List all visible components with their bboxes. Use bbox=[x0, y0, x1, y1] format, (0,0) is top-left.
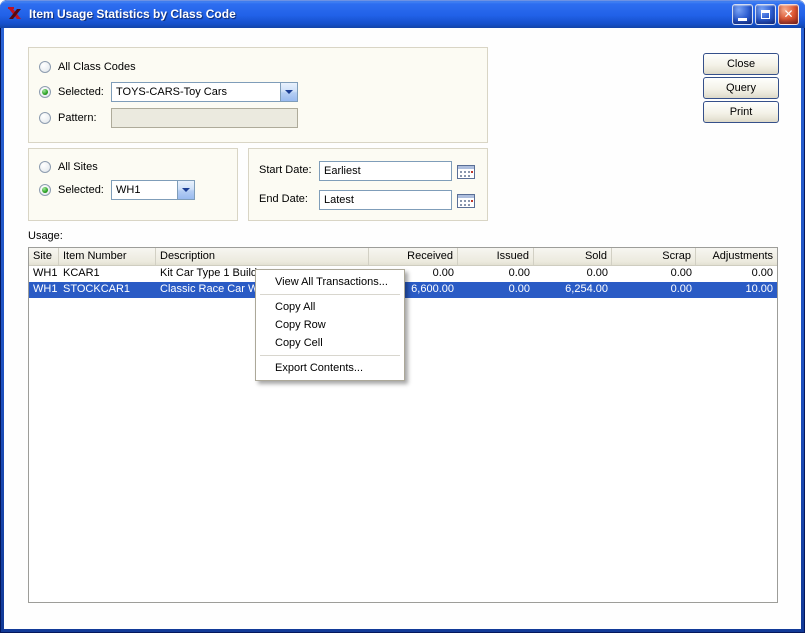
minimize-icon bbox=[738, 17, 747, 21]
menu-separator bbox=[260, 355, 400, 356]
print-button[interactable]: Print bbox=[703, 101, 779, 123]
col-adjustments[interactable]: Adjustments bbox=[696, 248, 777, 265]
cell-sold: 0.00 bbox=[586, 267, 608, 279]
col-item-number[interactable]: Item Number bbox=[59, 248, 156, 265]
maximize-button[interactable] bbox=[755, 3, 776, 25]
cell-item-number: STOCKCAR1 bbox=[63, 283, 131, 295]
cell-issued: 0.00 bbox=[508, 283, 530, 295]
end-date-calendar-button[interactable] bbox=[456, 191, 476, 210]
calendar-icon bbox=[457, 193, 475, 208]
cell-sold: 6,254.00 bbox=[565, 283, 608, 295]
pattern-label: Pattern: bbox=[58, 112, 97, 124]
start-date-label: Start Date: bbox=[259, 164, 312, 176]
usage-label: Usage: bbox=[28, 230, 63, 242]
window: Item Usage Statistics by Class Code ✕ Al… bbox=[0, 0, 805, 633]
print-button-label: Print bbox=[729, 106, 753, 118]
app-icon bbox=[7, 6, 23, 22]
class-codes-group: All Class Codes Selected: TOYS-CARS-Toy … bbox=[28, 47, 488, 143]
col-site[interactable]: Site bbox=[29, 248, 59, 265]
chevron-down-icon bbox=[182, 188, 190, 192]
query-button[interactable]: Query bbox=[703, 77, 779, 99]
cell-site: WH1 bbox=[33, 267, 58, 279]
cell-scrap: 0.00 bbox=[670, 283, 692, 295]
end-date-label: End Date: bbox=[259, 193, 308, 205]
menu-separator bbox=[260, 294, 400, 295]
calendar-icon bbox=[457, 164, 475, 179]
all-class-codes-option[interactable]: All Class Codes bbox=[39, 59, 136, 75]
titlebar-close-button[interactable]: ✕ bbox=[778, 3, 799, 25]
site-select-value: WH1 bbox=[116, 184, 141, 196]
cell-item-number: KCAR1 bbox=[63, 267, 100, 279]
menu-item-copy-row[interactable]: Copy Row bbox=[258, 316, 402, 334]
start-date-calendar-button[interactable] bbox=[456, 162, 476, 181]
dates-group: Start Date: End Date: bbox=[248, 148, 488, 221]
selected-class-code-label: Selected: bbox=[58, 86, 104, 98]
col-description[interactable]: Description bbox=[156, 248, 369, 265]
close-button-label: Close bbox=[726, 58, 756, 70]
end-date-input[interactable] bbox=[319, 190, 452, 210]
all-sites-radio[interactable] bbox=[39, 161, 51, 173]
pattern-input bbox=[111, 108, 298, 128]
close-button[interactable]: Close bbox=[703, 53, 779, 75]
context-menu: View All Transactions... Copy All Copy R… bbox=[255, 269, 405, 381]
chevron-down-icon bbox=[285, 90, 293, 94]
selected-class-code-option[interactable]: Selected: bbox=[39, 84, 104, 100]
class-code-select-value: TOYS-CARS-Toy Cars bbox=[116, 86, 228, 98]
all-class-codes-radio[interactable] bbox=[39, 61, 51, 73]
client-area: All Class Codes Selected: TOYS-CARS-Toy … bbox=[4, 28, 801, 629]
titlebar: Item Usage Statistics by Class Code ✕ bbox=[0, 0, 805, 28]
all-sites-label: All Sites bbox=[58, 161, 98, 173]
start-date-input[interactable] bbox=[319, 161, 452, 181]
col-received[interactable]: Received bbox=[369, 248, 458, 265]
class-code-select-dropdown-button[interactable] bbox=[280, 83, 297, 101]
col-issued[interactable]: Issued bbox=[458, 248, 534, 265]
col-sold[interactable]: Sold bbox=[534, 248, 612, 265]
site-select[interactable]: WH1 bbox=[111, 180, 195, 200]
menu-item-export-contents[interactable]: Export Contents... bbox=[258, 359, 402, 377]
col-scrap[interactable]: Scrap bbox=[612, 248, 696, 265]
cell-issued: 0.00 bbox=[508, 267, 530, 279]
all-class-codes-label: All Class Codes bbox=[58, 61, 136, 73]
minimize-button[interactable] bbox=[732, 3, 753, 25]
menu-item-view-all-transactions[interactable]: View All Transactions... bbox=[258, 273, 402, 291]
all-sites-option[interactable]: All Sites bbox=[39, 159, 98, 175]
cell-site: WH1 bbox=[33, 283, 58, 295]
selected-site-radio[interactable] bbox=[39, 184, 51, 196]
pattern-radio[interactable] bbox=[39, 112, 51, 124]
cell-scrap: 0.00 bbox=[670, 267, 692, 279]
class-code-select[interactable]: TOYS-CARS-Toy Cars bbox=[111, 82, 298, 102]
pattern-option[interactable]: Pattern: bbox=[39, 110, 97, 126]
maximize-icon bbox=[761, 9, 770, 19]
cell-adjustments: 0.00 bbox=[751, 267, 773, 279]
cell-adjustments: 10.00 bbox=[745, 283, 773, 295]
menu-item-copy-all[interactable]: Copy All bbox=[258, 298, 402, 316]
selected-site-label: Selected: bbox=[58, 184, 104, 196]
query-button-label: Query bbox=[726, 82, 756, 94]
selected-class-code-radio[interactable] bbox=[39, 86, 51, 98]
site-select-dropdown-button[interactable] bbox=[177, 181, 194, 199]
menu-item-copy-cell[interactable]: Copy Cell bbox=[258, 334, 402, 352]
usage-table-header: Site Item Number Description Received Is… bbox=[29, 248, 777, 266]
sites-group: All Sites Selected: WH1 bbox=[28, 148, 238, 221]
window-title: Item Usage Statistics by Class Code bbox=[29, 7, 236, 21]
selected-site-option[interactable]: Selected: bbox=[39, 182, 104, 198]
